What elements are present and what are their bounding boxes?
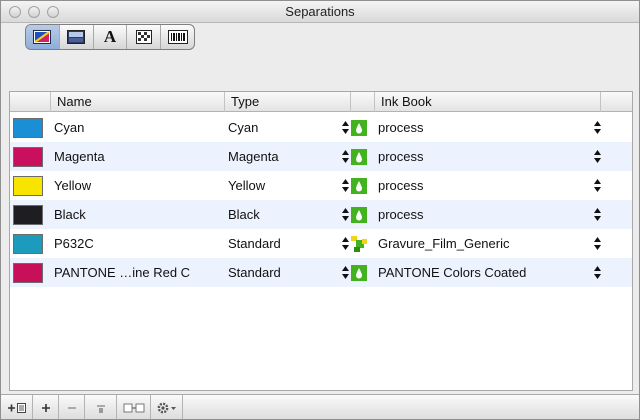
row-name[interactable]: Black [54,200,222,229]
row-ink-book[interactable]: PANTONE Colors Coated [378,258,588,287]
color-swatch[interactable] [13,263,43,283]
row-name[interactable]: P632C [54,229,222,258]
row-ink-book[interactable]: process [378,142,588,171]
ink-book-stepper-icon[interactable] [594,208,601,221]
add-from-list-button[interactable] [1,395,33,419]
row-ink-book[interactable]: process [378,200,588,229]
bottom-toolbar [1,394,639,419]
remove-icon [67,406,76,409]
segment-barcodes[interactable] [161,25,194,49]
row-name[interactable]: Yellow [54,171,222,200]
table-row[interactable]: PANTONE …ine Red C Standard PANTONE Colo… [10,258,632,287]
merge-button[interactable] [85,395,117,419]
segment-text[interactable]: A [94,25,128,49]
column-header-name[interactable]: Name [50,92,224,112]
row-type[interactable]: Black [228,200,346,229]
row-type[interactable]: Yellow [228,171,346,200]
table-rows: Cyan Cyan process Magenta Magenta proces… [10,113,632,287]
ink-book-stepper-icon[interactable] [594,179,601,192]
add-button[interactable] [33,395,59,419]
column-header-extra [600,92,632,112]
merge-icon [96,404,105,413]
ink-book-stepper-icon[interactable] [594,237,601,250]
barcode-icon [167,30,188,44]
type-stepper-icon[interactable] [342,266,349,279]
title-bar: Separations [1,1,639,23]
row-type[interactable]: Magenta [228,142,346,171]
segment-images[interactable] [60,25,94,49]
color-swatch[interactable] [13,205,43,225]
row-name[interactable]: Cyan [54,113,222,142]
color-swatch[interactable] [13,147,43,167]
type-stepper-icon[interactable] [342,237,349,250]
table-row[interactable]: Magenta Magenta process [10,142,632,171]
ink-book-stepper-icon[interactable] [594,266,601,279]
color-swatch-icon [33,30,52,44]
row-name[interactable]: Magenta [54,142,222,171]
row-type[interactable]: Cyan [228,113,346,142]
image-frame-icon [67,30,86,44]
column-header-swatch[interactable] [10,92,50,112]
separations-window: Separations A Name Type Ink Book Cyan Cy… [0,0,640,420]
row-ink-book[interactable]: process [378,113,588,142]
process-ink-icon [351,178,367,194]
row-ink-book[interactable]: process [378,171,588,200]
process-ink-icon [351,207,367,223]
column-header-type[interactable]: Type [224,92,350,112]
column-header-ink-book[interactable]: Ink Book [374,92,600,112]
ink-book-stepper-icon[interactable] [594,121,601,134]
separations-table: Name Type Ink Book Cyan Cyan process Mag… [9,91,633,391]
link-icon [123,403,144,412]
type-stepper-icon[interactable] [342,150,349,163]
view-segmented-control[interactable]: A [25,24,195,50]
row-ink-book[interactable]: Gravure_Film_Generic [378,229,588,258]
row-name[interactable]: PANTONE …ine Red C [54,258,222,287]
ink-book-stepper-icon[interactable] [594,150,601,163]
table-row[interactable]: Yellow Yellow process [10,171,632,200]
process-ink-icon [351,120,367,136]
row-type[interactable]: Standard [228,258,346,287]
table-row[interactable]: Black Black process [10,200,632,229]
type-stepper-icon[interactable] [342,121,349,134]
color-swatch[interactable] [13,118,43,138]
table-header: Name Type Ink Book [10,92,632,112]
segment-patterns[interactable] [127,25,162,49]
text-icon: A [103,27,117,46]
segment-colors[interactable] [26,25,60,49]
row-type[interactable]: Standard [228,229,346,258]
remove-button[interactable] [59,395,85,419]
link-button[interactable] [117,395,151,419]
add-icon [41,403,50,412]
type-stepper-icon[interactable] [342,208,349,221]
process-ink-icon [351,265,367,281]
type-stepper-icon[interactable] [342,179,349,192]
table-row[interactable]: Cyan Cyan process [10,113,632,142]
add-list-icon [7,402,26,413]
color-swatch[interactable] [13,176,43,196]
settings-menu-button[interactable] [151,395,183,419]
pattern-icon [135,30,152,44]
color-swatch[interactable] [13,234,43,254]
table-row[interactable]: P632C Standard Gravure_Film_Generic [10,229,632,258]
gear-menu-icon [157,402,176,413]
column-header-ink-type[interactable] [350,92,374,112]
process-ink-icon [351,149,367,165]
spot-ink-icon [351,236,367,252]
window-title: Separations [285,4,355,19]
